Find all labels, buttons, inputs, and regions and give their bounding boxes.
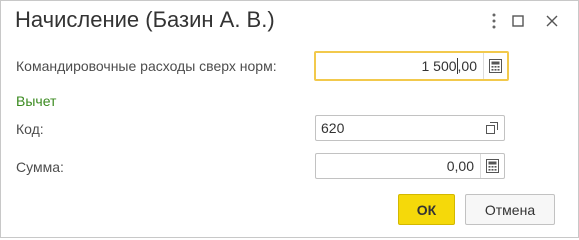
travel-expenses-value: 1 500,00 xyxy=(421,58,477,74)
dialog-title: Начисление (Базин А. В.) xyxy=(15,7,275,32)
cancel-button[interactable]: Отмена xyxy=(465,194,555,225)
calculator-icon[interactable] xyxy=(480,154,504,178)
calculator-icon[interactable] xyxy=(483,53,507,79)
close-icon[interactable] xyxy=(542,11,562,31)
amount-label: Сумма: xyxy=(16,159,64,175)
amount-field[interactable]: 0,00 xyxy=(315,153,505,179)
open-link-icon[interactable] xyxy=(480,116,504,140)
code-value: 620 xyxy=(321,120,345,136)
ok-button[interactable]: ОК xyxy=(398,194,455,225)
maximize-icon[interactable] xyxy=(508,11,528,31)
code-field[interactable]: 620 xyxy=(315,115,505,141)
amount-value: 0,00 xyxy=(446,158,474,174)
travel-expenses-label: Командировочные расходы сверх норм: xyxy=(16,58,277,74)
more-vertical-icon[interactable] xyxy=(484,11,504,31)
dialog-window: Начисление (Базин А. В.) Командировочные… xyxy=(0,0,579,238)
code-label: Код: xyxy=(16,121,44,137)
travel-expenses-field[interactable]: 1 500,00 xyxy=(314,51,509,81)
deduction-section-heading: Вычет xyxy=(16,93,57,109)
